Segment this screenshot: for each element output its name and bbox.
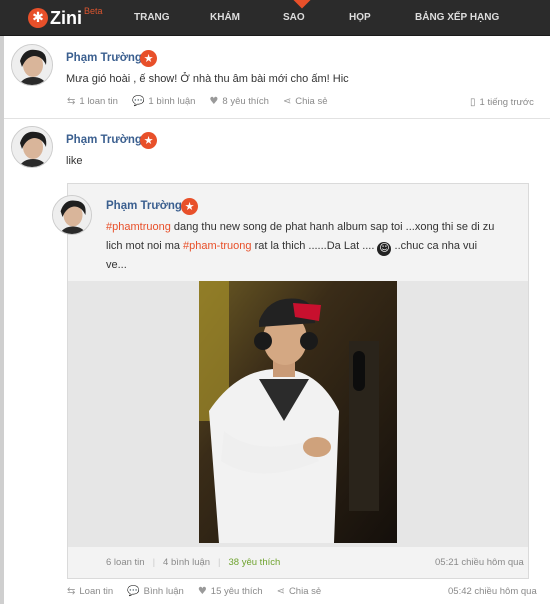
like-action[interactable]: ♥ 8 yêu thích [209, 96, 268, 107]
shared-text-part: lich mot noi ma [106, 240, 184, 252]
heart-icon: ♥ [197, 586, 207, 597]
comment-count: 1 bình luận [148, 96, 196, 107]
like-action[interactable]: ♥ 15 yêu thích [198, 586, 263, 597]
post-actions: ⇆ Loan tin 💬 Bình luận ♥ 15 yêu thích ⋖ Chia… [67, 586, 335, 597]
left-rail [0, 36, 4, 604]
shared-share-count[interactable]: 6 loan tin [106, 557, 145, 568]
spread-action[interactable]: ⋖ Chia sẻ [283, 96, 328, 107]
shared-post-text: #phamtruong dang thu new song de phat ha… [106, 218, 526, 275]
star-badge-icon: ★ [140, 50, 157, 67]
post-author[interactable]: Phạm Trường [66, 134, 142, 146]
comment-icon: 💬 [127, 586, 140, 597]
shared-post[interactable]: Phạm Trường ★ #phamtruong dang thu new s… [52, 183, 529, 579]
divider: | [152, 557, 156, 568]
shared-post-timestamp[interactable]: 05:21 chiều hôm qua [435, 557, 524, 568]
spread-action[interactable]: ⋖ Chia sẻ [277, 586, 322, 597]
post-actions: ⇆ 1 loan tin 💬 1 bình luận ♥ 8 yêu thích ⋖ C… [67, 96, 341, 107]
share-action[interactable]: ⇆ Loan tin [67, 586, 113, 597]
shared-text-part: ..chuc ca nha vui [391, 240, 478, 252]
share-action[interactable]: ⇆ 1 loan tin [67, 96, 118, 107]
share-icon: ⋖ [276, 586, 285, 597]
spread-label: Chia sẻ [295, 96, 328, 107]
shared-like-count[interactable]: 38 yêu thích [229, 557, 281, 568]
comment-label: Bình luận [143, 586, 184, 597]
post-timestamp[interactable]: 05:42 chiều hôm qua [448, 586, 537, 597]
comment-icon: 💬 [131, 96, 145, 107]
hashtag-link[interactable]: #phamtruong [106, 221, 171, 233]
shared-post-stats: 6 loan tin | 4 bình luận | 38 yêu thích [106, 557, 294, 568]
shared-text-line-3: ve... [106, 259, 127, 271]
like-count: 15 yêu thích [210, 586, 263, 597]
top-nav-bar: ✱ Zini Beta TRANG CHỦ KHÁM PHÁ SAO VIỆT … [0, 0, 550, 59]
post-divider [4, 118, 550, 119]
share-icon: ⋖ [282, 96, 292, 107]
star-badge-icon: ★ [140, 132, 157, 149]
like-count: 8 yêu thích [222, 96, 269, 107]
nav-bang-xep-hang[interactable]: BẢNG XẾP HẠNG [415, 0, 499, 36]
share-count: 1 loan tin [79, 96, 118, 107]
shared-text-part: dang thu new song de phat hanh album sap… [170, 221, 495, 233]
photo-container [68, 281, 528, 547]
post-text: Mưa gió hoài , ế show! Ở nhà thu âm bài … [66, 73, 349, 85]
shared-text-line-2: lich mot noi ma #pham-truong rat la thic… [106, 237, 526, 256]
post-author[interactable]: Phạm Trường [66, 52, 142, 64]
shared-text-line-1: #phamtruong dang thu new song de phat ha… [106, 218, 526, 237]
zini-logo-icon: ✱ [28, 8, 48, 28]
comment-action[interactable]: 💬 Bình luận [127, 586, 184, 597]
avatar[interactable] [11, 126, 53, 168]
timestamp-text: 1 tiếng trước [479, 97, 534, 108]
share-label: Loan tin [79, 586, 114, 597]
shared-comment-count[interactable]: 4 bình luận [163, 557, 210, 568]
avatar[interactable] [11, 44, 53, 86]
shared-post-author[interactable]: Phạm Trường [106, 200, 182, 212]
heart-icon: ♥ [209, 96, 219, 107]
post-text: like [66, 155, 83, 167]
logo[interactable]: ✱ Zini Beta [28, 6, 103, 30]
divider: | [218, 557, 221, 568]
comment-action[interactable]: 💬 1 bình luận [132, 96, 195, 107]
logo-text: Zini [50, 7, 82, 28]
loan-tin-icon: ⇆ [67, 96, 76, 107]
avatar[interactable] [52, 195, 92, 235]
laughing-emoji-icon: ☺ [377, 242, 392, 256]
logo-beta-label: Beta [84, 6, 103, 16]
spread-label: Chia sẻ [288, 586, 322, 597]
shared-text-part: rat la thich ......Da Lat .... [251, 240, 378, 252]
mobile-icon: ▯ [470, 97, 476, 108]
post-photo[interactable] [199, 281, 397, 543]
loan-tin-icon: ⇆ [67, 586, 76, 597]
post-timestamp[interactable]: ▯ 1 tiếng trước [470, 97, 534, 108]
star-badge-icon: ★ [181, 198, 198, 215]
hashtag-link[interactable]: #pham-truong [183, 240, 252, 252]
